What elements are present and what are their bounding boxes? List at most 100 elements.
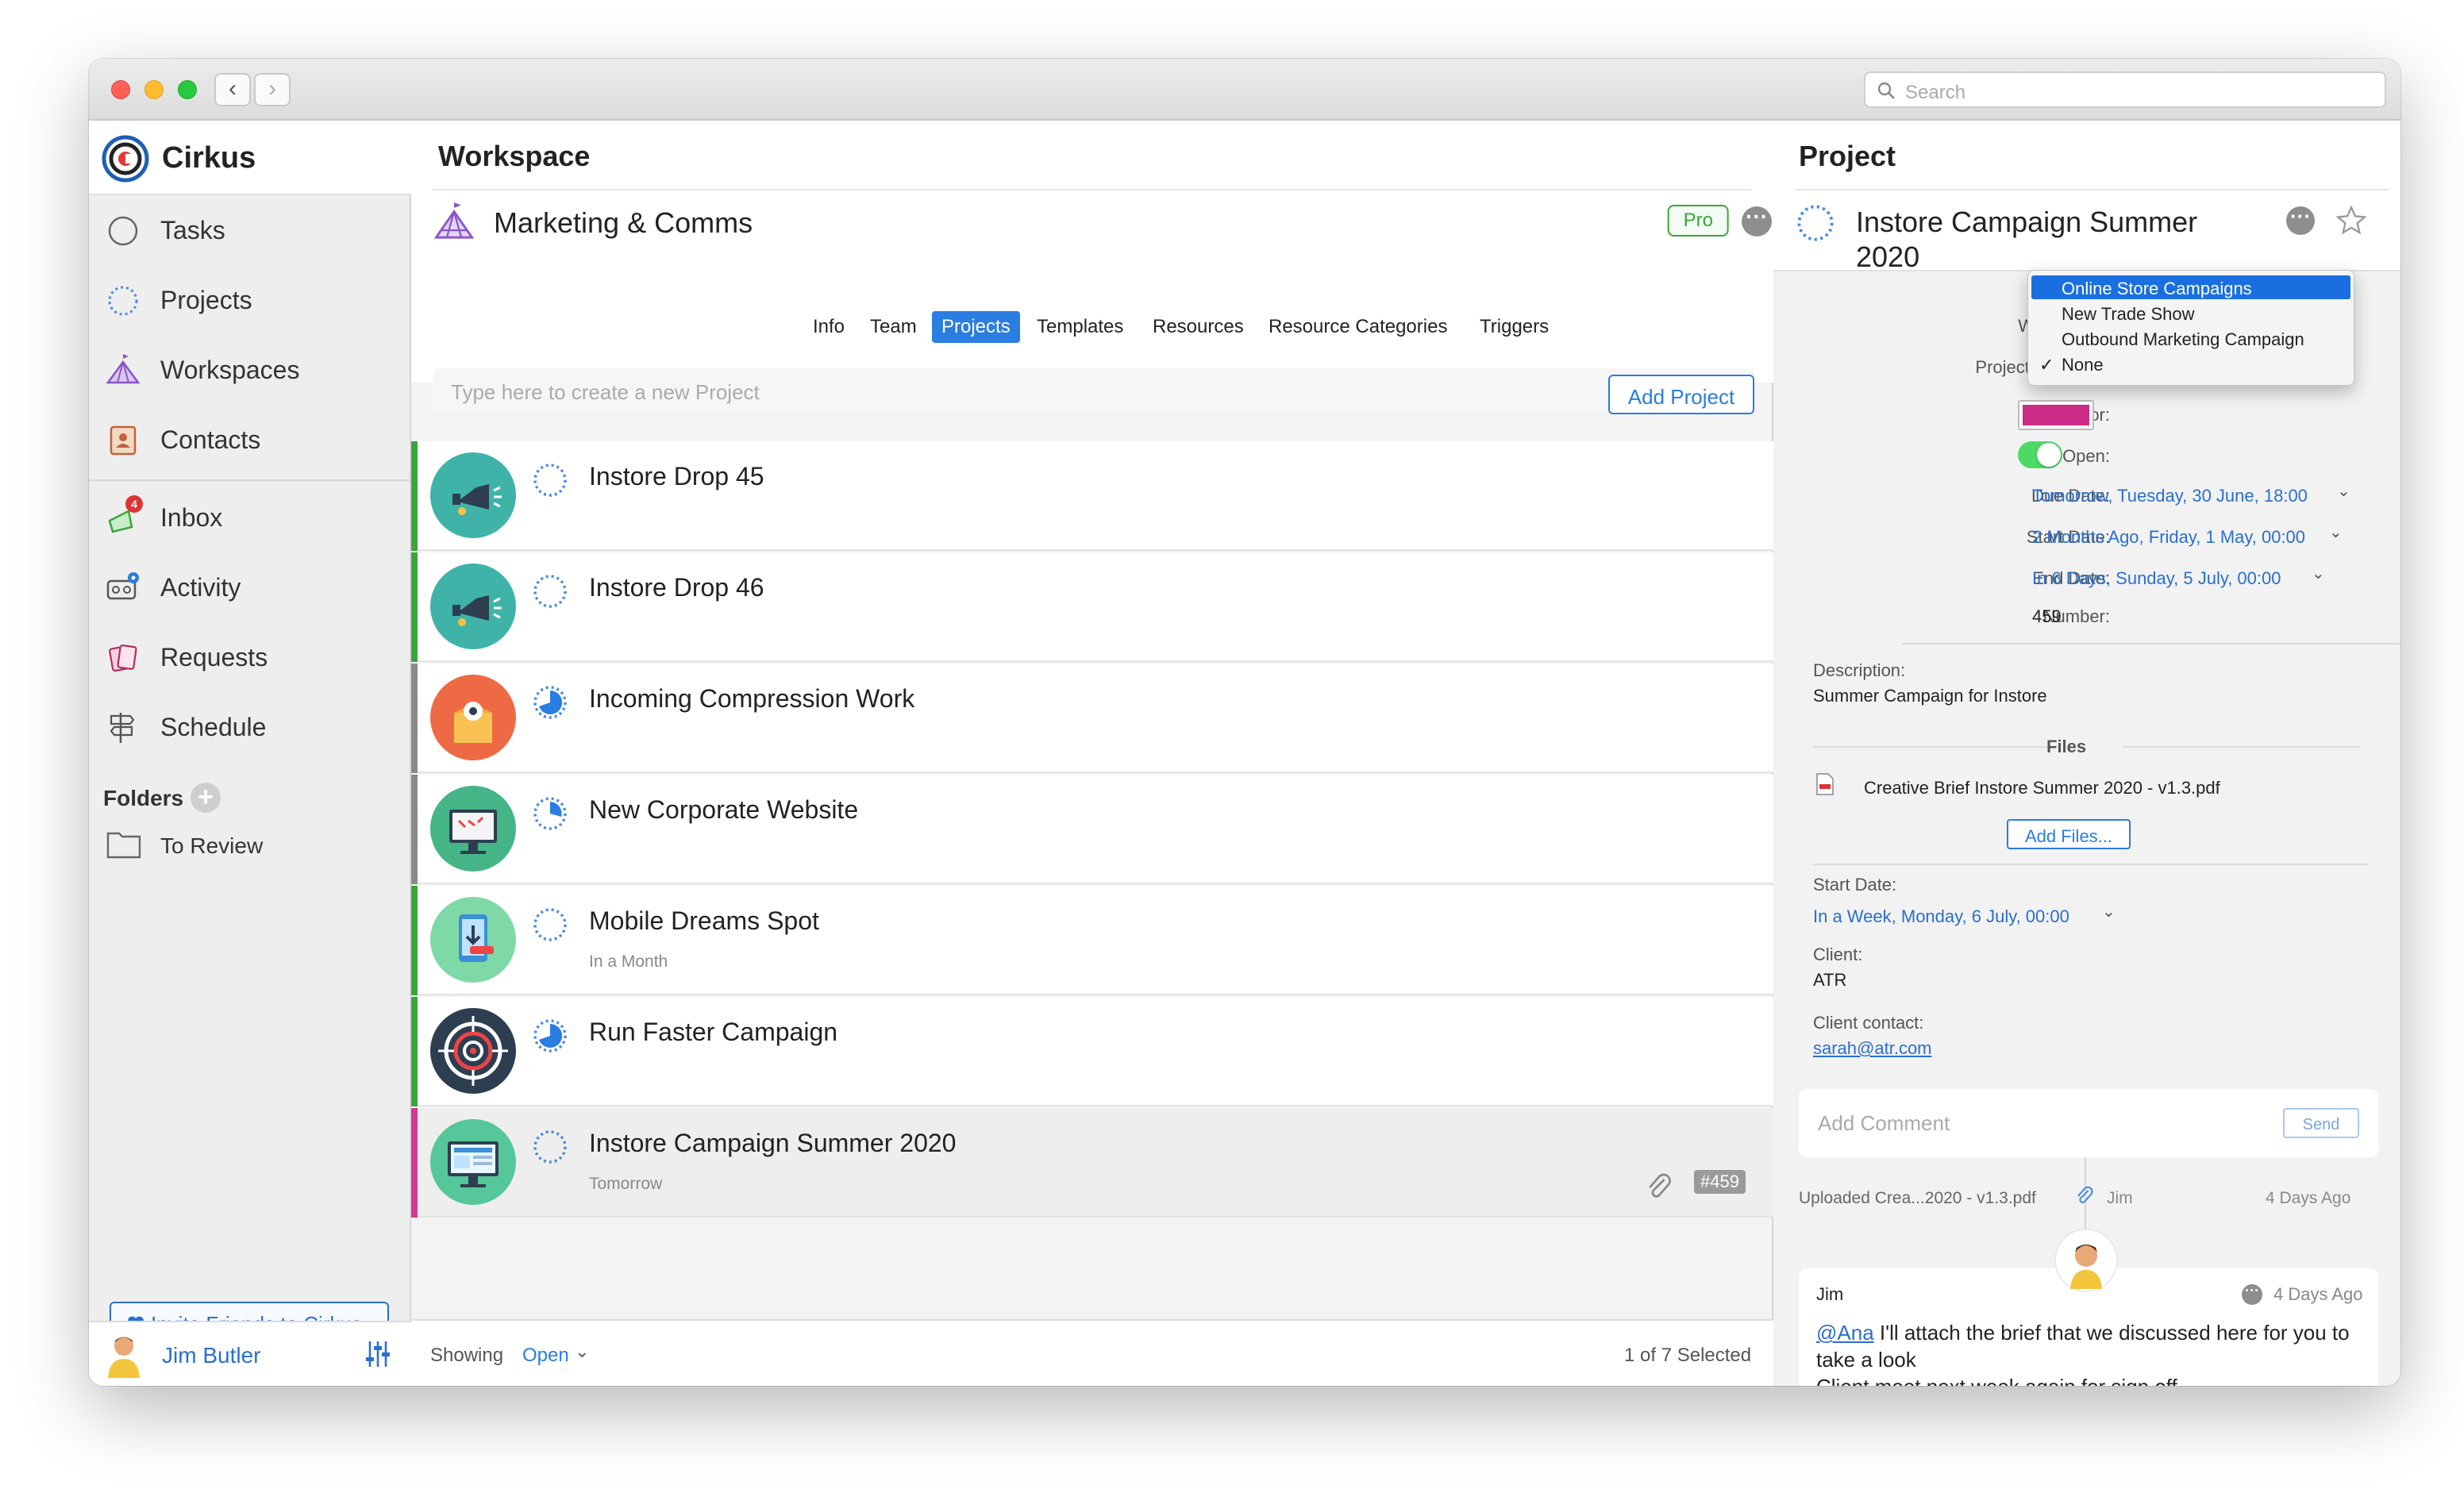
tab-resource-categories[interactable]: Resource Categories (1269, 316, 1447, 338)
tab-projects[interactable]: Projects (932, 311, 1020, 343)
add-files-button[interactable]: Add Files... (2007, 819, 2131, 849)
color-swatch[interactable] (2018, 400, 2094, 430)
end-date-value[interactable]: In 6 Days, Sunday, 5 July, 00:00 (2032, 568, 2281, 589)
comment-box[interactable]: Add Comment Send (1799, 1089, 2378, 1157)
sidebar-item-label: Tasks (160, 216, 225, 244)
sidebar-item-tasks[interactable]: Tasks (89, 197, 411, 267)
project-name: Instore Drop 46 (589, 573, 764, 602)
project-row[interactable]: Run Faster Campaign (411, 997, 1773, 1106)
open-toggle[interactable] (2018, 441, 2062, 468)
number-label: Number: (2042, 606, 2110, 626)
project-color-bar (411, 1108, 418, 1218)
sidebar-item-label: Workspaces (160, 356, 300, 384)
chevron-down-icon[interactable]: ⌄ (575, 1341, 589, 1362)
chevron-down-icon[interactable]: ⌄ (2312, 564, 2325, 583)
open-label: Open: (2062, 446, 2110, 466)
client-contact-email[interactable]: sarah@atr.com (1813, 1038, 1932, 1059)
folder-icon (106, 832, 141, 859)
project-row[interactable]: Instore Drop 45 (411, 441, 1773, 551)
project-status-icon[interactable] (532, 1129, 568, 1165)
project-row[interactable]: New Corporate Website (411, 775, 1773, 884)
client-label: Client: (1813, 945, 1863, 964)
chevron-down-icon[interactable]: ⌄ (2102, 902, 2116, 921)
tab-templates[interactable]: Templates (1037, 316, 1123, 338)
zoom-window-button[interactable] (178, 80, 197, 99)
user-footer: Jim Butler (89, 1321, 411, 1386)
chevron-down-icon[interactable]: ⌄ (2337, 481, 2350, 501)
project-status-icon[interactable] (532, 906, 568, 943)
project-row[interactable]: Incoming Compression Work (411, 664, 1773, 773)
folder-item-to-review[interactable]: To Review (89, 821, 411, 873)
dropdown-option-label: Outbound Marketing Campaign (2062, 329, 2304, 349)
workspace-panel: Workspace Marketing & Comms Pro ··· Info… (411, 121, 1773, 1386)
minimize-window-button[interactable] (144, 80, 164, 99)
project-row[interactable]: Instore Drop 46 (411, 552, 1773, 662)
sidebar-item-projects[interactable]: Projects (89, 267, 411, 337)
sidebar-item-label: Schedule (160, 713, 267, 741)
divider (1902, 643, 2400, 644)
dropdown-option-new-trade-show[interactable]: New Trade Show (2031, 301, 2350, 325)
tab-info[interactable]: Info (813, 316, 845, 338)
project-more-button[interactable]: ··· (2286, 206, 2315, 235)
target-icon (430, 1008, 516, 1094)
back-button[interactable]: ‹ (214, 73, 251, 106)
dropdown-option-online-store-campaigns[interactable]: Online Store Campaigns (2031, 275, 2350, 299)
project-color-bar (411, 997, 418, 1106)
app-window: ‹ › Search Cirkus Tasks Projects Workspa… (89, 59, 2400, 1386)
tab-team[interactable]: Team (870, 316, 917, 338)
comment-mention[interactable]: @Ana (1816, 1321, 1874, 1345)
workspace-more-button[interactable]: ··· (1742, 206, 1772, 237)
sidebar-divider (89, 479, 411, 481)
sidebar-item-schedule[interactable]: Schedule (89, 694, 411, 764)
sidebar-item-activity[interactable]: Activity (89, 554, 411, 624)
send-label: Send (2302, 1116, 2340, 1133)
custom-start-date-value[interactable]: In a Week, Monday, 6 July, 00:00 (1813, 906, 2069, 927)
star-icon[interactable] (2335, 205, 2367, 237)
comment-author: Jim (1816, 1284, 1844, 1304)
due-date-value[interactable]: Tomorrow, Tuesday, 30 June, 18:00 (2032, 486, 2308, 506)
dropdown-option-outbound-marketing-campaign[interactable]: Outbound Marketing Campaign (2031, 326, 2350, 350)
project-subtitle: In a Month (589, 952, 668, 971)
search-input[interactable]: Search (1864, 71, 2386, 108)
add-project-button[interactable]: Add Project (1608, 375, 1754, 414)
add-files-label: Add Files... (2024, 826, 2113, 846)
project-status-icon[interactable] (532, 684, 568, 721)
description-label: Description: (1813, 660, 1906, 680)
sidebar-item-contacts[interactable]: Contacts (89, 406, 411, 476)
forward-button[interactable]: › (254, 73, 291, 106)
new-project-input[interactable]: Type here to create a new Project (433, 368, 1754, 413)
start-date-value[interactable]: 2 Months Ago, Friday, 1 May, 00:00 (2032, 527, 2305, 548)
project-row[interactable]: Instore Campaign Summer 2020 Tomorrow #459 (411, 1108, 1773, 1218)
sidebar-item-workspaces[interactable]: Workspaces (89, 337, 411, 406)
project-name: Instore Drop 45 (589, 462, 764, 491)
sidebar-item-requests[interactable]: Requests (89, 624, 411, 694)
filter-dropdown[interactable]: Open (522, 1345, 569, 1367)
file-name[interactable]: Creative Brief Instore Summer 2020 - v1.… (1864, 778, 2220, 798)
search-placeholder: Search (1905, 82, 1966, 103)
send-button[interactable]: Send (2283, 1108, 2359, 1138)
package-gear-icon (430, 675, 516, 760)
tab-triggers[interactable]: Triggers (1480, 316, 1549, 338)
close-window-button[interactable] (111, 80, 130, 99)
comment-text-line2: Client meet next week again for sign off (1816, 1375, 2177, 1386)
comment-placeholder: Add Comment (1818, 1111, 1950, 1135)
add-folder-button[interactable]: + (191, 783, 221, 813)
brand-header: Cirkus (89, 121, 411, 195)
project-status-icon[interactable] (532, 1018, 568, 1054)
files-heading: Files (2046, 737, 2087, 756)
circle-icon (108, 216, 138, 246)
dotted-circle-icon[interactable] (1796, 203, 1835, 243)
comment-more-button[interactable]: ··· (2242, 1283, 2262, 1305)
project-status-icon[interactable] (532, 795, 568, 832)
tab-resources[interactable]: Resources (1153, 316, 1244, 338)
sidebar-item-inbox[interactable]: 4 Inbox (89, 484, 411, 554)
project-status-icon[interactable] (532, 462, 568, 498)
project-status-icon[interactable] (532, 573, 568, 610)
sidebar: Cirkus Tasks Projects Workspaces Contact… (89, 121, 411, 1386)
chevron-down-icon[interactable]: ⌄ (2329, 522, 2343, 542)
color-swatch-fill (2023, 405, 2089, 425)
user-name[interactable]: Jim Butler (162, 1343, 260, 1368)
settings-sliders-icon[interactable] (365, 1340, 391, 1368)
project-row[interactable]: Mobile Dreams Spot In a Month (411, 886, 1773, 995)
dropdown-option-none[interactable]: ✓ None (2031, 352, 2350, 375)
